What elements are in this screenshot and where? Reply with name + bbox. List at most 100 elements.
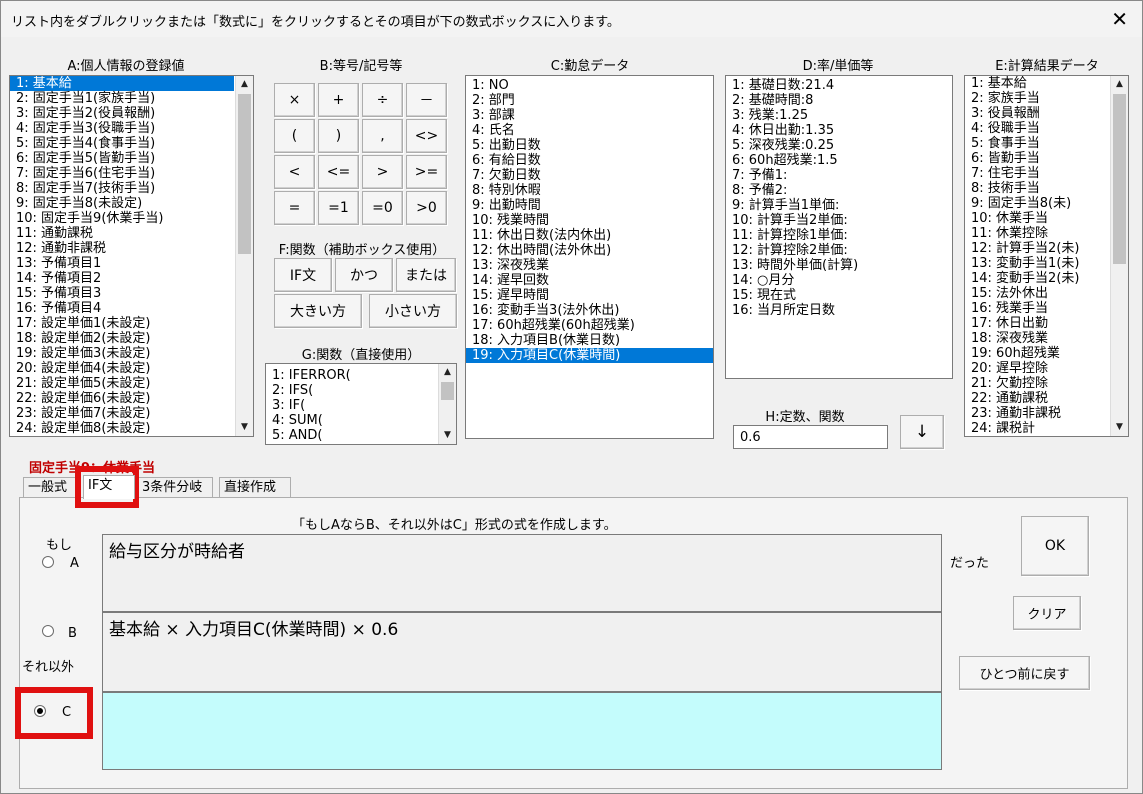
list-g-item[interactable]: 3: IF( <box>266 398 437 413</box>
list-a-item[interactable]: 17: 設定単価1(未設定) <box>10 316 234 331</box>
tab-three-branch[interactable]: 3条件分岐 <box>137 477 213 499</box>
list-a-item[interactable]: 6: 固定手当5(皆勤手当) <box>10 151 234 166</box>
tab-general[interactable]: 一般式 <box>23 477 79 499</box>
ok-button[interactable]: OK <box>1021 516 1089 576</box>
list-e-item[interactable]: 7: 住宅手当 <box>965 166 1109 181</box>
list-a-item[interactable]: 9: 固定手当8(未設定) <box>10 196 234 211</box>
list-e-item[interactable]: 11: 休業控除 <box>965 226 1109 241</box>
list-d-item[interactable]: 11: 計算控除1単価: <box>726 228 952 243</box>
list-e-item[interactable]: 1: 基本給 <box>965 76 1109 91</box>
list-e-item[interactable]: 6: 皆勤手当 <box>965 151 1109 166</box>
symbol-times-button[interactable]: × <box>274 83 315 117</box>
list-e-item[interactable]: 24: 課税計 <box>965 421 1109 436</box>
value-c-box[interactable] <box>102 692 942 770</box>
if-button[interactable]: IF文 <box>274 258 332 292</box>
scroll-thumb[interactable] <box>441 382 454 400</box>
list-e-scrollbar[interactable]: ▲ ▼ <box>1110 76 1128 436</box>
list-e-item[interactable]: 3: 役員報酬 <box>965 106 1109 121</box>
list-c-item[interactable]: 10: 残業時間 <box>466 213 713 228</box>
list-a-item[interactable]: 10: 固定手当9(休業手当) <box>10 211 234 226</box>
list-d-item[interactable]: 6: 60h超残業:1.5 <box>726 153 952 168</box>
list-d-item[interactable]: 10: 計算手当2単価: <box>726 213 952 228</box>
list-d-item[interactable]: 7: 予備1: <box>726 168 952 183</box>
symbol-less-button[interactable]: < <box>274 155 315 189</box>
list-a-item[interactable]: 14: 予備項目2 <box>10 271 234 286</box>
list-g-item[interactable]: 4: SUM( <box>266 413 437 428</box>
list-c-item[interactable]: 18: 入力項目B(休業日数) <box>466 333 713 348</box>
list-e-item[interactable]: 9: 固定手当8(未) <box>965 196 1109 211</box>
list-e-results[interactable]: 1: 基本給 2: 家族手当 3: 役員報酬 4: 役職手当 5: 食事手当 6: 皆勤手… <box>964 75 1129 437</box>
list-e-item[interactable]: 2: 家族手当 <box>965 91 1109 106</box>
list-g-scrollbar[interactable]: ▲ ▼ <box>438 364 456 444</box>
list-a-item[interactable]: 15: 予備項目3 <box>10 286 234 301</box>
list-c-attendance[interactable]: 1: NO 2: 部門 3: 部課 4: 氏名 5: 出勤日数 6: 有給日数 7: 欠勤日… <box>465 75 714 439</box>
and-button[interactable]: かつ <box>335 258 393 292</box>
list-c-item[interactable]: 15: 遅早時間 <box>466 288 713 303</box>
list-a-item[interactable]: 5: 固定手当4(食事手当) <box>10 136 234 151</box>
symbol-equal-zero-button[interactable]: =0 <box>362 191 403 225</box>
list-d-item[interactable]: 4: 休日出勤:1.35 <box>726 123 952 138</box>
tab-direct[interactable]: 直接作成 <box>219 477 291 499</box>
list-a-item[interactable]: 4: 固定手当3(役職手当) <box>10 121 234 136</box>
list-e-item[interactable]: 10: 休業手当 <box>965 211 1109 226</box>
scroll-up-icon[interactable]: ▲ <box>1111 76 1128 93</box>
list-e-item[interactable]: 20: 遅早控除 <box>965 361 1109 376</box>
symbol-minus-button[interactable]: － <box>406 83 447 117</box>
list-d-item[interactable]: 16: 当月所定日数 <box>726 303 952 318</box>
list-c-item[interactable]: 16: 変動手当3(法外休出) <box>466 303 713 318</box>
symbol-equal-one-button[interactable]: =1 <box>318 191 359 225</box>
symbol-greater-equal-button[interactable]: >= <box>406 155 447 189</box>
list-a-item[interactable]: 16: 予備項目4 <box>10 301 234 316</box>
list-e-item[interactable]: 18: 深夜残業 <box>965 331 1109 346</box>
condition-a-box[interactable]: 給与区分が時給者 <box>102 534 942 612</box>
list-c-item[interactable]: 8: 特別休暇 <box>466 183 713 198</box>
close-icon[interactable]: ✕ <box>1111 7 1128 31</box>
list-a-item[interactable]: 18: 設定単価2(未設定) <box>10 331 234 346</box>
list-a-item[interactable]: 20: 設定単価4(未設定) <box>10 361 234 376</box>
list-c-item[interactable]: 11: 休出日数(法内休出) <box>466 228 713 243</box>
scroll-thumb[interactable] <box>1113 94 1126 264</box>
list-e-item[interactable]: 16: 残業手当 <box>965 301 1109 316</box>
list-c-item[interactable]: 2: 部門 <box>466 93 713 108</box>
list-d-item[interactable]: 3: 残業:1.25 <box>726 108 952 123</box>
list-c-item[interactable]: 14: 遅早回数 <box>466 273 713 288</box>
radio-a[interactable] <box>42 556 54 568</box>
list-c-item[interactable]: 6: 有給日数 <box>466 153 713 168</box>
list-e-item[interactable]: 4: 役職手当 <box>965 121 1109 136</box>
list-d-item[interactable]: 15: 現在式 <box>726 288 952 303</box>
list-a-item[interactable]: 13: 予備項目1 <box>10 256 234 271</box>
or-button[interactable]: または <box>396 258 456 292</box>
list-c-item[interactable]: 12: 休出時間(法外休出) <box>466 243 713 258</box>
list-e-item[interactable]: 19: 60h超残業 <box>965 346 1109 361</box>
tab-if[interactable]: IF文 <box>83 475 135 499</box>
list-a-item[interactable]: 21: 設定単価5(未設定) <box>10 376 234 391</box>
list-c-item[interactable]: 9: 出勤時間 <box>466 198 713 213</box>
symbol-greater-button[interactable]: > <box>362 155 403 189</box>
symbol-equal-button[interactable]: = <box>274 191 315 225</box>
list-e-item[interactable]: 14: 変動手当2(未) <box>965 271 1109 286</box>
symbol-rparen-button[interactable]: ) <box>318 119 359 153</box>
list-c-item[interactable]: 1: NO <box>466 78 713 93</box>
symbol-comma-button[interactable]: , <box>362 119 403 153</box>
min-button[interactable]: 小さい方 <box>369 294 457 328</box>
scroll-up-icon[interactable]: ▲ <box>439 364 456 381</box>
symbol-greater-zero-button[interactable]: >0 <box>406 191 447 225</box>
list-c-item[interactable]: 3: 部課 <box>466 108 713 123</box>
list-a-item[interactable]: 24: 設定単価8(未設定) <box>10 421 234 436</box>
list-g-item[interactable]: 5: AND( <box>266 428 437 443</box>
undo-button[interactable]: ひとつ前に戻す <box>959 656 1090 690</box>
clear-button[interactable]: クリア <box>1013 596 1081 630</box>
list-e-item[interactable]: 12: 計算手当2(未) <box>965 241 1109 256</box>
list-a-scrollbar[interactable]: ▲ ▼ <box>235 76 253 436</box>
symbol-lparen-button[interactable]: ( <box>274 119 315 153</box>
list-g-item[interactable]: 2: IFS( <box>266 383 437 398</box>
scroll-down-icon[interactable]: ▼ <box>1111 419 1128 436</box>
list-e-item[interactable]: 8: 技術手当 <box>965 181 1109 196</box>
symbol-divide-button[interactable]: ÷ <box>362 83 403 117</box>
list-a-item[interactable]: 22: 設定単価6(未設定) <box>10 391 234 406</box>
list-d-item[interactable]: 13: 時間外単価(計算) <box>726 258 952 273</box>
list-c-item[interactable]: 13: 深夜残業 <box>466 258 713 273</box>
list-e-item[interactable]: 23: 通勤非課税 <box>965 406 1109 421</box>
symbol-not-equal-button[interactable]: <> <box>406 119 447 153</box>
list-a-item[interactable]: 23: 設定単価7(未設定) <box>10 406 234 421</box>
